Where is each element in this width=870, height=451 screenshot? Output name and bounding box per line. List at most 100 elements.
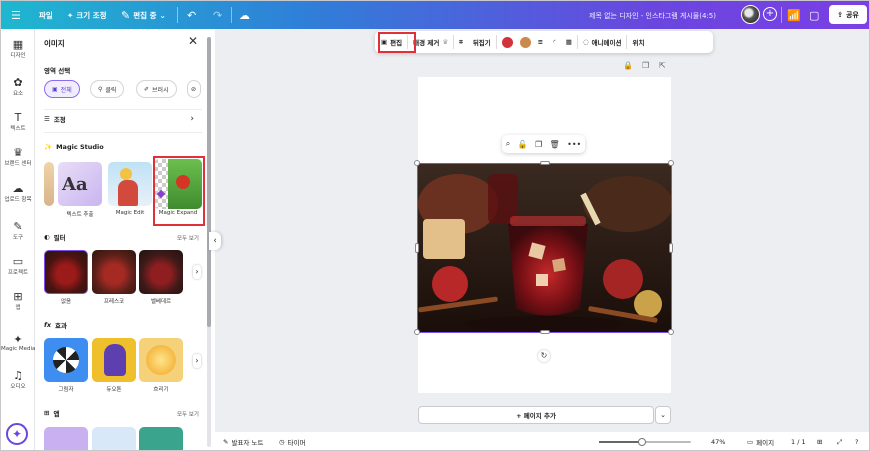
menu-button[interactable]: ☰ — [11, 1, 21, 29]
filter-belvedere[interactable] — [139, 250, 183, 294]
filters-see-all[interactable]: 모두 보기 — [177, 234, 199, 242]
chip-click[interactable]: ⚲ 클릭 — [90, 80, 125, 98]
resize-handle[interactable] — [414, 329, 420, 335]
app-thumb[interactable] — [92, 427, 136, 450]
left-rail: ▦ 디자인 ✿ 요소 T 텍스트 ♛ 브랜드 센터 ☁ 업로드 항목 ✎ 도구 ▭ 프로젝트 … — [1, 29, 35, 450]
fullscreen-button[interactable]: ⤢ — [837, 432, 842, 450]
chip-brush[interactable]: ✐ 브러시 — [136, 80, 177, 98]
filter-none[interactable] — [44, 250, 88, 294]
app-thumb[interactable] — [44, 427, 88, 450]
rail-item-tools[interactable]: ✎ 도구 — [1, 220, 35, 241]
rail-item-projects[interactable]: ▭ 프로젝트 — [1, 255, 35, 276]
effect-shadow[interactable] — [44, 338, 88, 382]
add-page-icon[interactable]: ⇱ — [659, 61, 666, 70]
insights-button[interactable]: 📶 — [787, 1, 801, 29]
redo-button[interactable]: ↷ — [213, 1, 222, 29]
border-style-button[interactable]: ≡ — [533, 31, 548, 53]
color-swatch-tan[interactable] — [518, 31, 533, 53]
orange-slice-icon — [146, 345, 176, 375]
duplicate-icon[interactable]: ❐ — [535, 140, 542, 149]
checkerboard-icon: ▦ — [565, 38, 572, 46]
comment-add-icon[interactable]: ⌕ — [506, 139, 510, 149]
undo-button[interactable]: ↶ — [187, 1, 196, 29]
corner-rounding-button[interactable]: ◜ — [548, 31, 561, 53]
flip-label: 뒤집기 — [472, 39, 491, 47]
effects-scroll-right[interactable]: › — [193, 354, 201, 368]
design-title[interactable]: 제목 없는 디자인 - 인스타그램 게시물(4:5) — [589, 11, 716, 21]
avatar[interactable] — [741, 5, 760, 24]
rail-item-design[interactable]: ▦ 디자인 — [1, 38, 35, 59]
color-swatch-red[interactable] — [497, 31, 518, 53]
add-page-button[interactable]: + 페이지 추가 — [418, 406, 654, 424]
scrollbar-thumb[interactable] — [207, 37, 211, 327]
collapse-panel-button[interactable]: ‹ — [209, 232, 221, 250]
magic-tool-partial[interactable] — [44, 162, 54, 206]
rail-item-text[interactable]: T 텍스트 — [1, 111, 35, 132]
rail-item-brand[interactable]: ♛ 브랜드 센터 — [1, 146, 35, 167]
share-button[interactable]: ⇪ 공유 — [829, 5, 867, 24]
crop-icon: ⌗ — [459, 37, 463, 46]
more-icon[interactable]: ••• — [567, 140, 581, 149]
chip-label: 전체 — [60, 86, 72, 94]
lock-page-icon[interactable]: 🔒 — [623, 61, 633, 70]
rotate-handle[interactable]: ↻ — [538, 350, 550, 362]
magic-assistant-button[interactable]: ✦ — [6, 423, 28, 445]
resize-handle[interactable] — [668, 160, 674, 166]
app-thumb[interactable] — [139, 427, 183, 450]
file-menu[interactable]: 파일 — [39, 1, 53, 29]
resize-handle[interactable] — [414, 160, 420, 166]
timer-icon: ◷ — [279, 438, 285, 446]
transparency-button[interactable]: ▦ — [561, 31, 577, 53]
edit-mode-dropdown[interactable]: ✎ 편집 중 ⌄ — [121, 1, 166, 29]
grid-view-button[interactable]: ⊞ — [817, 432, 823, 450]
grid-view-icon: ⊞ — [817, 438, 823, 446]
duplicate-page-icon[interactable]: ❐ — [642, 61, 649, 70]
filters-scroll-right[interactable]: › — [193, 265, 201, 279]
chip-all[interactable]: ▣ 전체 — [44, 80, 80, 98]
flip-button[interactable]: 뒤집기 — [468, 31, 496, 53]
effect-duotone[interactable] — [92, 338, 136, 382]
rail-label: 업로드 항목 — [4, 197, 32, 203]
resize-handle[interactable] — [540, 330, 550, 334]
resize-button[interactable]: ✦ 크기 조정 — [67, 1, 107, 29]
add-page-options-button[interactable]: ⌄ — [655, 406, 671, 424]
zoom-slider[interactable] — [599, 438, 691, 446]
magic-tool-grab-text[interactable]: Aa — [58, 162, 102, 206]
position-button[interactable]: 위치 — [627, 31, 649, 53]
effects-label: 효과 — [55, 322, 67, 330]
resize-handle[interactable] — [415, 243, 419, 253]
zoom-knob[interactable] — [638, 438, 647, 446]
rail-label: 앱 — [15, 305, 21, 311]
undo-icon: ↶ — [187, 8, 197, 22]
rail-item-uploads[interactable]: ☁ 업로드 항목 — [1, 182, 35, 203]
comments-button[interactable]: ▢ — [809, 1, 819, 29]
text-icon: T — [14, 111, 22, 124]
resize-handle[interactable] — [668, 329, 674, 335]
crop-button[interactable]: ⌗ — [454, 31, 468, 53]
resize-handle[interactable] — [669, 243, 673, 253]
rail-item-elements[interactable]: ✿ 요소 — [1, 76, 35, 97]
effect-blur[interactable] — [139, 338, 183, 382]
lock-icon[interactable]: 🔓 — [518, 140, 528, 149]
close-icon[interactable]: ✕ — [188, 34, 198, 48]
plus-icon: + — [765, 8, 775, 19]
rail-item-audio[interactable]: ♫ 오디오 — [1, 369, 35, 390]
adjust-row[interactable]: ☰ 조정 › — [44, 111, 194, 127]
zoom-level[interactable]: 47% — [711, 432, 725, 450]
filter-fresco[interactable] — [92, 250, 136, 294]
rail-item-apps[interactable]: ⊞ 앱 — [1, 290, 35, 311]
apps-see-all[interactable]: 모두 보기 — [177, 410, 199, 418]
save-status-button[interactable]: ☁ — [239, 1, 250, 29]
magic-tool-magic-edit[interactable] — [108, 162, 152, 206]
pages-button[interactable]: ▭ 페이지 — [747, 432, 774, 450]
notes-button[interactable]: ✎ 발표자 노트 — [223, 432, 263, 450]
chip-more[interactable]: ⊘ — [187, 80, 201, 98]
cloud-upload-icon: ☁ — [12, 182, 24, 195]
trash-icon[interactable]: 🗑 — [550, 140, 560, 149]
animate-button[interactable]: ◌ 애니메이션 — [578, 31, 627, 53]
resize-handle[interactable] — [540, 161, 550, 165]
add-collaborator-button[interactable]: + — [763, 7, 777, 21]
rail-item-magic-media[interactable]: ✦ Magic Media — [1, 333, 35, 352]
help-button[interactable]: ? — [855, 432, 858, 450]
timer-button[interactable]: ◷ 타이머 — [279, 432, 306, 450]
